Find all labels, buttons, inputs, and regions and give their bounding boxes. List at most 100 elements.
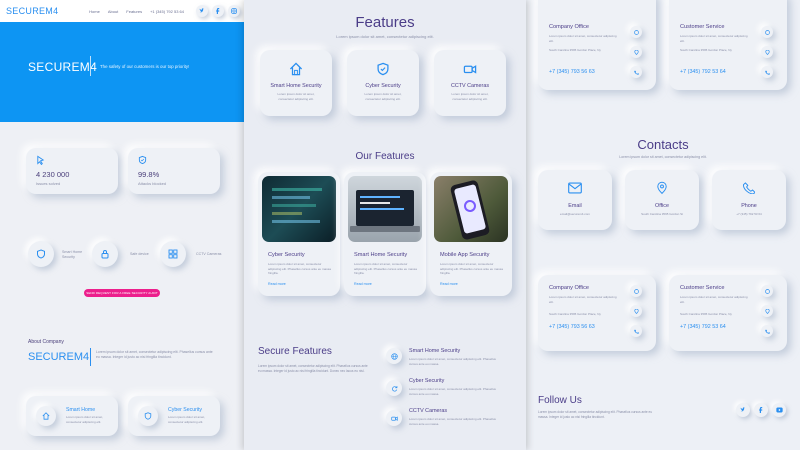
- read-more-link[interactable]: Read more: [354, 282, 372, 286]
- refresh-icon: [391, 385, 397, 391]
- feature-round-device[interactable]: [92, 241, 118, 267]
- globe-icon[interactable]: [630, 26, 642, 38]
- bottom-card-smart-home[interactable]: Smart Home Lorem ipsum dolor sit amet, c…: [26, 396, 118, 436]
- our-card-mobile[interactable]: Mobile App Security Lorem ipsum dolor si…: [430, 172, 512, 296]
- card-title: Customer Service: [680, 285, 725, 291]
- stat-caption: Issues solved: [36, 181, 61, 186]
- hero-logo: SECUREM4: [28, 60, 98, 74]
- secure-item-icon-wrap: [386, 410, 402, 426]
- shield-icon: [377, 62, 389, 76]
- hero-divider: [90, 56, 91, 76]
- feature-card-cctv[interactable]: CCTV Cameras Lorem ipsum dolor sit amet,…: [434, 50, 506, 116]
- twitter-icon[interactable]: [196, 5, 208, 17]
- service-card: Customer Service Lorem ipsum dolor sit a…: [669, 275, 787, 351]
- globe-icon: [390, 352, 398, 360]
- contacts-title: Contacts: [637, 137, 689, 152]
- location-icon[interactable]: [761, 46, 773, 58]
- card-text: Lorem ipsum dolor sit amet, consectetur …: [680, 34, 748, 43]
- read-more-link[interactable]: Read more: [268, 282, 286, 286]
- contact-value: email@securem4.com: [560, 212, 590, 216]
- hero-banner: SECUREM4 The safety of our customers is …: [0, 22, 244, 122]
- feature-round-security[interactable]: [28, 241, 54, 267]
- home-icon: [42, 412, 50, 420]
- card-phone[interactable]: +7 (345) 792 53 64: [680, 324, 726, 330]
- card-text: Lorem ipsum dolor sit amet, consectetur …: [680, 295, 748, 304]
- card-phone[interactable]: +7 (345) 792 53 64: [680, 69, 726, 75]
- header-nav: Home About Features +1 (345) 792 53 64: [89, 5, 240, 17]
- social-links: [732, 403, 786, 417]
- youtube-icon[interactable]: [772, 403, 786, 417]
- contact-label: Email: [568, 203, 582, 209]
- home-icon-wrap: [36, 406, 56, 426]
- nav-features[interactable]: Features: [126, 9, 142, 14]
- read-more-link[interactable]: Read more: [440, 282, 458, 286]
- phone-icon[interactable]: [761, 325, 773, 337]
- facebook-icon[interactable]: [212, 5, 224, 17]
- feature-card-text: Lorem ipsum dolor sit amet, consectetur …: [277, 92, 315, 101]
- secure-item-title: Smart Home Security: [409, 348, 461, 354]
- feature-card-label: CCTV Cameras: [450, 83, 490, 89]
- feature-label: CCTV Cameras: [196, 252, 222, 256]
- panel-contacts: Company Office Lorem ipsum dolor sit ame…: [526, 0, 800, 450]
- our-card-title: Mobile App Security: [440, 252, 490, 258]
- secure-item-text: Lorem ipsum dolor sit amet, consectetur …: [409, 387, 496, 396]
- phone-icon[interactable]: [761, 66, 773, 78]
- our-card-text: Lorem ipsum dolor sit amet, consectetur …: [354, 262, 417, 275]
- feature-card-cyber[interactable]: Cyber Security Lorem ipsum dolor sit ame…: [347, 50, 419, 116]
- nav-home[interactable]: Home: [89, 9, 100, 14]
- twitter-icon[interactable]: [736, 403, 750, 417]
- card-phone[interactable]: +7 (345) 793 56 63: [549, 69, 595, 75]
- secure-item-title: CCTV Cameras: [409, 408, 448, 414]
- globe-icon[interactable]: [761, 285, 773, 297]
- phone-icon[interactable]: [630, 325, 642, 337]
- card-title: Company Office: [549, 24, 590, 30]
- secure-item-text: Lorem ipsum dolor sit amet, consectetur …: [409, 357, 496, 366]
- shield-icon: [138, 155, 147, 165]
- nav-phone[interactable]: +1 (345) 792 53 64: [150, 9, 184, 14]
- feature-label: Smart Home Security: [62, 250, 83, 260]
- bottom-card-cyber[interactable]: Cyber Security Lorem ipsum dolor sit ame…: [128, 396, 220, 436]
- page: SECUREM4 Home About Features +1 (345) 79…: [0, 0, 800, 450]
- location-icon[interactable]: [630, 46, 642, 58]
- cta-label: SEND REQUEST FOR A FREE SECURITY AUDIT: [86, 291, 158, 295]
- card-title: Company Office: [549, 285, 590, 291]
- shield-icon: [37, 249, 45, 259]
- lock-icon: [101, 250, 109, 259]
- globe-icon[interactable]: [630, 285, 642, 297]
- laptop-photo: [348, 176, 422, 242]
- facebook-icon[interactable]: [754, 403, 768, 417]
- stat-card-attacks: 99.8% Attacks blocked: [128, 148, 220, 194]
- contacts-subtitle: Lorem ipsum dolor sit amet, consectetur …: [619, 155, 707, 159]
- nav-about[interactable]: About: [108, 9, 118, 14]
- contact-card-phone[interactable]: Phone +7 (345) 792 53 64: [712, 170, 786, 230]
- phone-icon[interactable]: [630, 66, 642, 78]
- location-icon[interactable]: [630, 305, 642, 317]
- card-phone[interactable]: +7 (345) 793 56 63: [549, 324, 595, 330]
- grid-icon: [168, 249, 178, 259]
- secure-text: Lorem ipsum dolor sit amet, consectetur …: [258, 364, 368, 373]
- office-card: Company Office Lorem ipsum dolor sit ame…: [538, 275, 656, 351]
- feature-card-text: Lorem ipsum dolor sit amet, consectetur …: [451, 92, 489, 101]
- feature-card-home[interactable]: Smart Home Security Lorem ipsum dolor si…: [260, 50, 332, 116]
- audit-cta-button[interactable]: SEND REQUEST FOR A FREE SECURITY AUDIT: [84, 289, 160, 297]
- our-card-title: Cyber Security: [268, 252, 305, 258]
- feature-round-cctv[interactable]: [160, 241, 186, 267]
- cyber-photo: [262, 176, 336, 242]
- card-address: South Carolina 3595 Gordon Place, Ny: [549, 48, 601, 52]
- stat-card-issues: 4 230 000 Issues solved: [26, 148, 118, 194]
- our-card-text: Lorem ipsum dolor sit amet, consectetur …: [440, 262, 503, 275]
- card-address: South Carolina 3595 Gordon Place, Ny: [680, 312, 732, 316]
- header-logo[interactable]: SECUREM4: [6, 6, 58, 16]
- our-card-cyber[interactable]: Cyber Security Lorem ipsum dolor sit ame…: [258, 172, 340, 296]
- globe-icon[interactable]: [761, 26, 773, 38]
- our-card-smart-home[interactable]: Smart Home Security Lorem ipsum dolor si…: [344, 172, 426, 296]
- about-text: Lorem ipsum dolor sit amet, consectetur …: [96, 350, 213, 360]
- location-icon: [657, 181, 667, 195]
- contact-card-office[interactable]: Office South Carolina 3595 Gordon St: [625, 170, 699, 230]
- instagram-icon[interactable]: [228, 5, 240, 17]
- contact-card-email[interactable]: Email email@securem4.com: [538, 170, 612, 230]
- card-text: Lorem ipsum dolor sit amet, consectetur …: [549, 34, 617, 43]
- follow-title: Follow Us: [538, 395, 582, 406]
- location-icon[interactable]: [761, 305, 773, 317]
- secure-item-icon-wrap: [386, 380, 402, 396]
